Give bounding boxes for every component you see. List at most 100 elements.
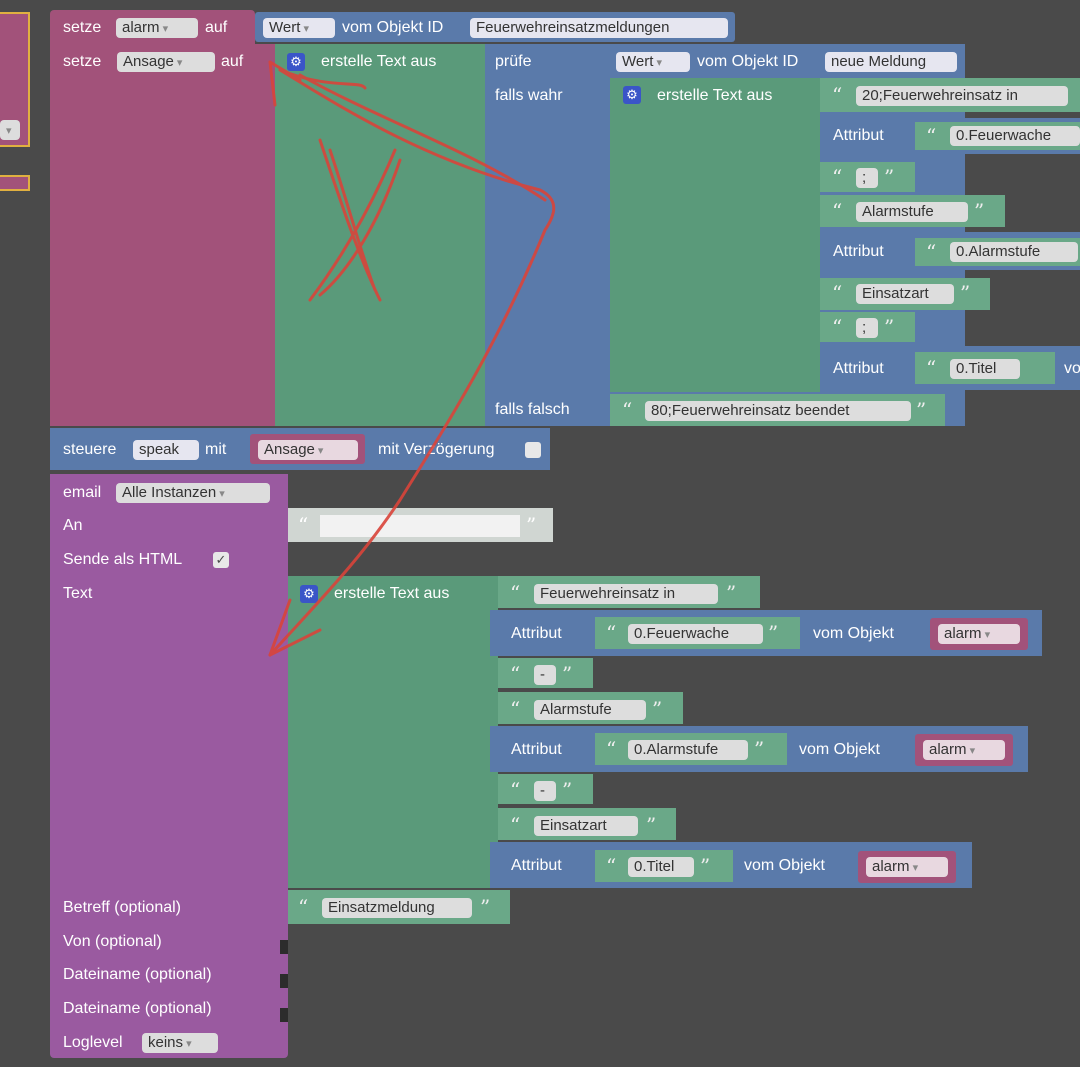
- mail-text-value-1[interactable]: Feuerwehreinsatz in: [534, 584, 718, 604]
- open-quote-icon: “: [606, 737, 617, 761]
- von-label: Von (optional): [63, 933, 162, 950]
- delay-label: mit Verzögerung: [378, 441, 495, 458]
- email-label: email: [63, 484, 102, 501]
- gear-icon-2[interactable]: ⚙: [623, 86, 641, 104]
- close-quote-icon: ”: [726, 581, 737, 605]
- close-quote-icon: ”: [768, 621, 779, 645]
- mail-object-dropdown-3[interactable]: alarm: [866, 857, 948, 877]
- pruefe-label: prüfe: [495, 53, 532, 70]
- close-quote-icon: ”: [974, 199, 985, 223]
- gear-icon[interactable]: ⚙: [287, 53, 305, 71]
- attribute-value-3[interactable]: 0.Titel: [950, 359, 1020, 379]
- close-quote-icon: ”: [916, 398, 927, 422]
- open-quote-icon: “: [606, 854, 617, 878]
- open-quote-icon: “: [510, 662, 521, 686]
- steuere-label: steuere: [63, 441, 117, 458]
- mail-attribute-label-1: Attribut: [511, 625, 562, 642]
- neue-meldung-field[interactable]: neue Meldung: [825, 52, 957, 72]
- inner-create-label: erstelle Text aus: [657, 87, 773, 104]
- dateiname-label-2: Dateiname (optional): [63, 1000, 212, 1017]
- gear-icon-3[interactable]: ⚙: [300, 585, 318, 603]
- separator-value-1[interactable]: ;: [856, 168, 878, 188]
- create-text-block[interactable]: [275, 44, 485, 426]
- false-text-value[interactable]: 80;Feuerwehreinsatz beendet: [645, 401, 911, 421]
- mail-separator-value-1[interactable]: -: [534, 665, 556, 685]
- mail-attribute-value-2[interactable]: 0.Alarmstufe: [628, 740, 748, 760]
- close-quote-icon: ”: [754, 737, 765, 761]
- vom-objekt-label: vom Objekt ID: [342, 19, 444, 36]
- falls-wahr-label: falls wahr: [495, 87, 563, 104]
- object-id-field[interactable]: Feuerwehreinsatzmeldungen: [470, 18, 728, 38]
- close-quote-icon: ”: [652, 697, 663, 721]
- attribute-tail: vo: [1064, 360, 1080, 377]
- speak-id-field[interactable]: speak: [133, 440, 199, 460]
- open-quote-icon: “: [622, 398, 633, 422]
- mail-object-dropdown-2[interactable]: alarm: [923, 740, 1005, 760]
- input-notch: [280, 940, 288, 954]
- open-quote-icon: “: [832, 315, 843, 339]
- setze-label: setze: [63, 19, 102, 36]
- dateiname-label-1: Dateiname (optional): [63, 966, 212, 983]
- set-ansage-block[interactable]: [50, 44, 275, 426]
- loglevel-dropdown[interactable]: keins: [142, 1033, 218, 1053]
- open-quote-icon: “: [832, 281, 843, 305]
- mail-object-label-3: vom Objekt: [744, 857, 825, 874]
- mail-object-label-1: vom Objekt: [813, 625, 894, 642]
- wert-dropdown[interactable]: Wert: [263, 18, 335, 38]
- ansage-getter-dropdown[interactable]: Ansage: [258, 440, 358, 460]
- create-text-label: erstelle Text aus: [321, 53, 437, 70]
- open-quote-icon: “: [510, 813, 521, 837]
- mail-object-label-2: vom Objekt: [799, 741, 880, 758]
- text-label: Text: [63, 585, 93, 602]
- open-quote-icon: “: [832, 199, 843, 223]
- falls-falsch-label: falls falsch: [495, 401, 570, 418]
- mit-label: mit: [205, 441, 227, 458]
- open-quote-icon: “: [510, 697, 521, 721]
- mail-attribute-value-1[interactable]: 0.Feuerwache: [628, 624, 763, 644]
- delay-checkbox[interactable]: [525, 442, 541, 458]
- auf-label: auf: [205, 19, 228, 36]
- mail-text-value-2[interactable]: Alarmstufe: [534, 700, 646, 720]
- open-quote-icon: “: [832, 165, 843, 189]
- send-html-checkbox[interactable]: ✓: [213, 552, 229, 568]
- vom-objekt-label-2: vom Objekt ID: [697, 53, 799, 70]
- input-notch: [280, 1008, 288, 1022]
- mail-attribute-label-3: Attribut: [511, 857, 562, 874]
- open-quote-icon: “: [298, 513, 309, 537]
- mail-create-label: erstelle Text aus: [334, 585, 450, 602]
- attribute-value-2[interactable]: 0.Alarmstufe: [950, 242, 1078, 262]
- inner-create-text-block[interactable]: [610, 78, 820, 392]
- mail-object-dropdown-1[interactable]: alarm: [938, 624, 1020, 644]
- ansage-var-dropdown[interactable]: Ansage: [117, 52, 215, 72]
- open-quote-icon: “: [510, 778, 521, 802]
- close-quote-icon: ”: [960, 281, 971, 305]
- open-quote-icon: “: [926, 124, 937, 148]
- close-quote-icon: ”: [646, 813, 657, 837]
- attribute-value-1[interactable]: 0.Feuerwache: [950, 126, 1080, 146]
- separator-value-2[interactable]: ;: [856, 318, 878, 338]
- mail-attribute-value-3[interactable]: 0.Titel: [628, 857, 694, 877]
- alarm-var-dropdown[interactable]: alarm: [116, 18, 198, 38]
- setze-label-2: setze: [63, 53, 102, 70]
- mail-text-value-3[interactable]: Einsatzart: [534, 816, 638, 836]
- redacted-recipient: [320, 515, 520, 537]
- close-quote-icon: ”: [562, 778, 573, 802]
- mail-separator-value-2[interactable]: -: [534, 781, 556, 801]
- mail-create-text-block[interactable]: [288, 576, 498, 888]
- text-value-1[interactable]: 20;Feuerwehreinsatz in: [856, 86, 1068, 106]
- send-html-label: Sende als HTML: [63, 551, 183, 568]
- open-quote-icon: “: [926, 356, 937, 380]
- close-quote-icon: ”: [884, 165, 895, 189]
- instances-dropdown[interactable]: Alle Instanzen: [116, 483, 270, 503]
- mail-attribute-label-2: Attribut: [511, 741, 562, 758]
- attribute-label-3: Attribut: [833, 360, 884, 377]
- open-quote-icon: “: [510, 581, 521, 605]
- wert-dropdown-2[interactable]: Wert: [616, 52, 690, 72]
- text-value-2[interactable]: Alarmstufe: [856, 202, 968, 222]
- text-value-3[interactable]: Einsatzart: [856, 284, 954, 304]
- auf-label-2: auf: [221, 53, 244, 70]
- close-quote-icon: ”: [480, 895, 491, 919]
- partial-dropdown[interactable]: [0, 120, 20, 140]
- attribute-label-1: Attribut: [833, 127, 884, 144]
- betreff-value[interactable]: Einsatzmeldung: [322, 898, 472, 918]
